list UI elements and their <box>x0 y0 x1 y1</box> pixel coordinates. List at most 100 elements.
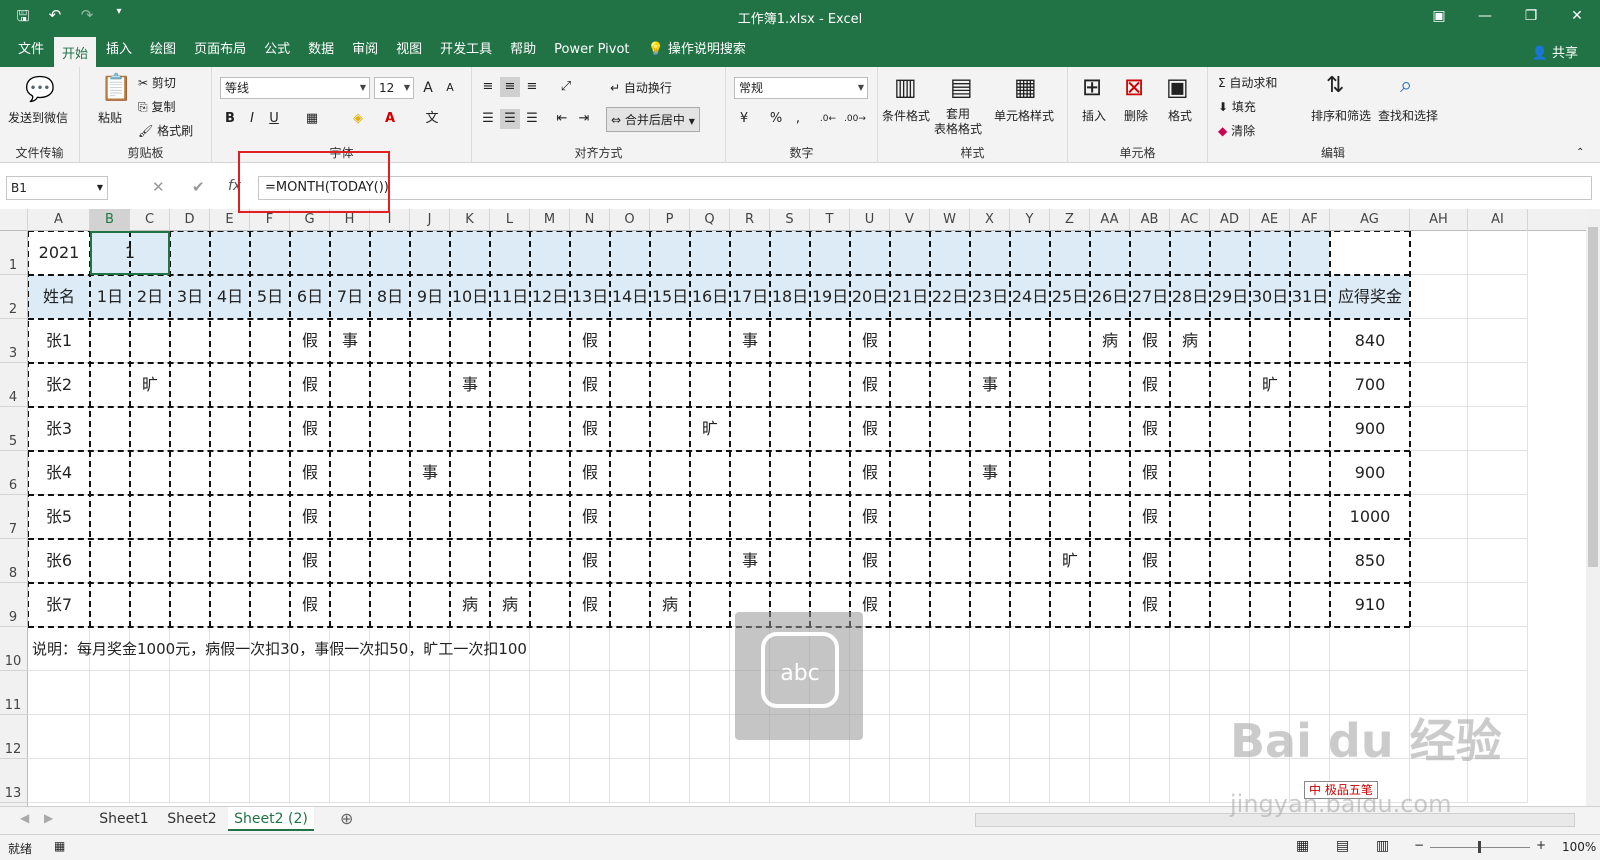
attendance-cell[interactable]: 假 <box>1130 539 1170 583</box>
header-cell[interactable]: 21日 <box>890 275 930 319</box>
column-header[interactable]: T <box>810 209 850 231</box>
paste-button[interactable]: 粘贴 <box>98 109 122 126</box>
column-header[interactable]: S <box>770 209 810 231</box>
send-to-wechat-button[interactable]: 发送到微信 <box>8 109 68 126</box>
header-cell[interactable]: 9日 <box>410 275 450 319</box>
cancel-icon[interactable]: ✕ <box>152 178 165 196</box>
column-header[interactable]: W <box>930 209 970 231</box>
name-cell[interactable]: 张4 <box>28 451 90 495</box>
vertical-scrollbar[interactable] <box>1586 209 1600 806</box>
tab-help[interactable]: 帮助 <box>502 37 544 63</box>
header-cell[interactable]: 1日 <box>90 275 130 319</box>
header-cell[interactable]: 14日 <box>610 275 650 319</box>
insert-button[interactable]: 插入 <box>1082 107 1106 124</box>
row-header[interactable]: 9 <box>0 583 28 627</box>
bonus-cell[interactable]: 840 <box>1330 319 1410 363</box>
next-sheet-icon[interactable]: ▶ <box>44 811 53 825</box>
header-cell[interactable]: 18日 <box>770 275 810 319</box>
sheet-tab-active[interactable]: Sheet2 (2) <box>228 807 314 831</box>
share-button[interactable]: 👤 共享 <box>1532 42 1578 61</box>
format-table-icon[interactable]: ▤ <box>950 73 980 103</box>
tell-me-search[interactable]: 💡 操作说明搜索 <box>640 37 754 63</box>
new-sheet-icon[interactable]: ⊕ <box>340 809 353 828</box>
column-header[interactable]: L <box>490 209 530 231</box>
attendance-cell[interactable]: 事 <box>450 363 490 407</box>
sort-filter-button[interactable]: 排序和筛选 <box>1311 107 1371 124</box>
tab-developer[interactable]: 开发工具 <box>432 37 500 63</box>
bonus-cell[interactable]: 1000 <box>1330 495 1410 539</box>
attendance-cell[interactable]: 病 <box>450 583 490 627</box>
magnifier-icon[interactable]: ⌕ <box>1400 73 1430 103</box>
fill-color-icon[interactable]: ◈ <box>348 109 368 129</box>
bonus-cell[interactable]: 900 <box>1330 451 1410 495</box>
column-header[interactable]: Y <box>1010 209 1050 231</box>
align-right-icon[interactable]: ☰ <box>522 109 542 129</box>
tab-data[interactable]: 数据 <box>300 37 342 63</box>
tab-review[interactable]: 审阅 <box>344 37 386 63</box>
name-cell[interactable]: 张1 <box>28 319 90 363</box>
tab-formulas[interactable]: 公式 <box>256 37 298 63</box>
name-box[interactable]: B1 ▼ <box>6 176 108 200</box>
header-cell[interactable]: 11日 <box>490 275 530 319</box>
delete-button[interactable]: 删除 <box>1124 107 1148 124</box>
format-button[interactable]: 格式 <box>1168 107 1192 124</box>
attendance-cell[interactable]: 假 <box>850 319 890 363</box>
attendance-cell[interactable]: 旷 <box>1050 539 1090 583</box>
tab-power-pivot[interactable]: Power Pivot <box>546 37 637 63</box>
delete-cells-icon[interactable]: ⊠ <box>1124 73 1154 103</box>
border-icon[interactable]: ▦ <box>302 109 322 129</box>
attendance-cell[interactable]: 假 <box>1130 363 1170 407</box>
name-cell[interactable]: 张2 <box>28 363 90 407</box>
conditional-format-button[interactable]: 条件格式 <box>882 107 930 124</box>
shrink-font-button[interactable]: A <box>440 78 460 98</box>
column-header[interactable]: AD <box>1210 209 1250 231</box>
grow-font-button[interactable]: A <box>418 78 438 98</box>
currency-icon[interactable]: ¥ <box>734 109 754 129</box>
page-layout-view-icon[interactable]: ▤ <box>1336 838 1349 854</box>
column-header[interactable]: V <box>890 209 930 231</box>
attendance-cell[interactable]: 假 <box>570 451 610 495</box>
attendance-cell[interactable]: 假 <box>290 319 330 363</box>
zoom-level[interactable]: 100% <box>1562 840 1596 854</box>
header-cell[interactable]: 8日 <box>370 275 410 319</box>
header-cell[interactable]: 10日 <box>450 275 490 319</box>
find-select-button[interactable]: 查找和选择 <box>1378 107 1438 124</box>
header-cell[interactable]: 26日 <box>1090 275 1130 319</box>
header-cell[interactable]: 15日 <box>650 275 690 319</box>
column-header[interactable]: O <box>610 209 650 231</box>
bonus-cell[interactable]: 910 <box>1330 583 1410 627</box>
cell-styles-icon[interactable]: ▦ <box>1014 73 1044 103</box>
align-center-icon[interactable]: ☰ <box>500 109 520 129</box>
header-cell[interactable]: 17日 <box>730 275 770 319</box>
orientation-icon[interactable]: ⤢ <box>556 77 576 97</box>
merge-center-button[interactable]: ⇔ 合并后居中 ▼ <box>606 107 700 132</box>
column-header[interactable]: R <box>730 209 770 231</box>
attendance-cell[interactable]: 假 <box>290 407 330 451</box>
collapse-ribbon-icon[interactable]: ⌃ <box>1576 147 1584 158</box>
header-cell[interactable]: 12日 <box>530 275 570 319</box>
row-header[interactable]: 1 <box>0 231 28 275</box>
header-cell[interactable]: 3日 <box>170 275 210 319</box>
conditional-format-icon[interactable]: ▥ <box>894 73 924 103</box>
attendance-cell[interactable]: 病 <box>1170 319 1210 363</box>
attendance-cell[interactable]: 假 <box>570 319 610 363</box>
row-header[interactable]: 5 <box>0 407 28 451</box>
attendance-cell[interactable]: 假 <box>290 363 330 407</box>
tab-view[interactable]: 视图 <box>388 37 430 63</box>
column-header[interactable]: U <box>850 209 890 231</box>
column-header[interactable]: AH <box>1410 209 1468 231</box>
header-cell[interactable]: 7日 <box>330 275 370 319</box>
month-cell[interactable]: 1 <box>90 231 170 275</box>
column-header[interactable]: AI <box>1468 209 1528 231</box>
formula-input[interactable]: =MONTH(TODAY()) <box>258 176 1592 200</box>
attendance-cell[interactable]: 假 <box>290 583 330 627</box>
attendance-cell[interactable]: 病 <box>1090 319 1130 363</box>
clear-button[interactable]: ◆ 清除 <box>1218 122 1255 139</box>
column-header[interactable]: Q <box>690 209 730 231</box>
enter-icon[interactable]: ✔ <box>192 178 205 196</box>
attendance-cell[interactable]: 假 <box>850 407 890 451</box>
align-left-icon[interactable]: ☰ <box>478 109 498 129</box>
header-cell[interactable]: 16日 <box>690 275 730 319</box>
header-cell[interactable]: 27日 <box>1130 275 1170 319</box>
align-top-icon[interactable]: ≡ <box>478 77 498 97</box>
